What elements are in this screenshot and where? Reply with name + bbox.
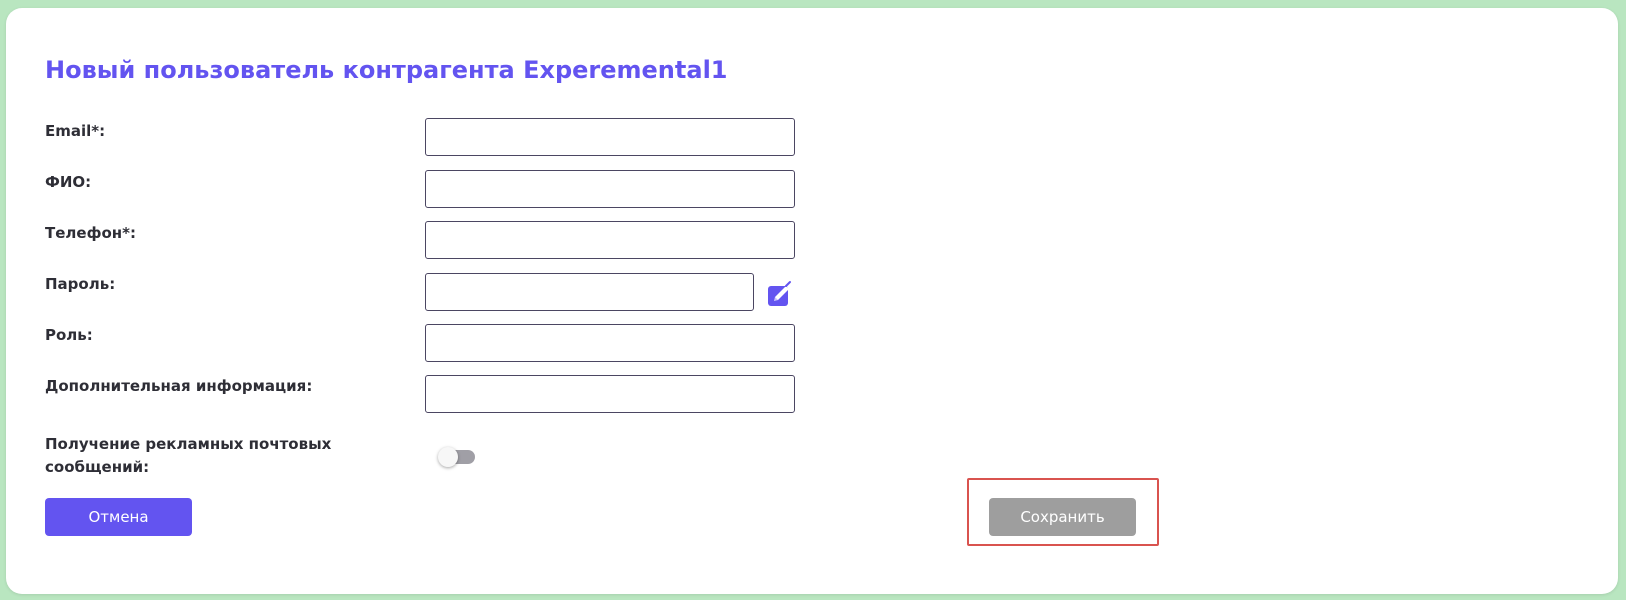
newsletter-toggle[interactable] [438, 447, 478, 467]
fio-field[interactable] [425, 170, 795, 208]
email-field[interactable] [425, 118, 795, 156]
password-edit-button[interactable] [764, 279, 794, 309]
password-field[interactable] [425, 273, 754, 311]
additional-info-field[interactable] [425, 375, 795, 413]
phone-label: Телефон*: [45, 224, 136, 242]
password-label: Пароль: [45, 275, 116, 293]
user-form-card: Новый пользователь контрагента Experemen… [6, 8, 1618, 594]
newsletter-label-line1: Получение рекламных почтовых [45, 435, 332, 453]
role-field[interactable] [425, 324, 795, 362]
page-title: Новый пользователь контрагента Experemen… [45, 56, 728, 84]
newsletter-label-line2: сообщений: [45, 458, 150, 476]
edit-pencil-icon [768, 281, 791, 306]
email-label: Email*: [45, 122, 106, 140]
cancel-button[interactable]: Отмена [45, 498, 192, 536]
save-button[interactable]: Сохранить [989, 498, 1136, 536]
role-label: Роль: [45, 326, 93, 344]
phone-field[interactable] [425, 221, 795, 259]
additional-info-label: Дополнительная информация: [45, 377, 313, 395]
newsletter-label: Получение рекламных почтовых сообщений: [45, 433, 331, 479]
fio-label: ФИО: [45, 173, 92, 191]
toggle-knob [438, 447, 458, 467]
